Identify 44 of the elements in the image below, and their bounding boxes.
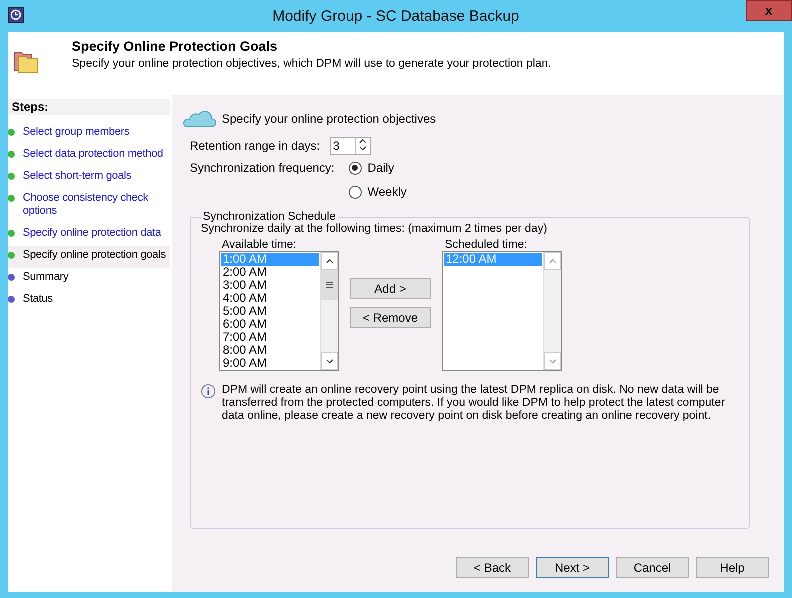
step-item: Summary (8, 268, 170, 290)
scheduled-label: Scheduled time: (444, 239, 528, 251)
info-text: DPM will create an online recovery point using the latest DPM replica on disk. No new data will be transferred from the protected computers. If you would like DPM to help protect the latest computer data online, please create a new recovery point on disk before creating an online recovery point. (222, 384, 726, 423)
current-step: Specify online protection goals (8, 246, 170, 268)
cloud-icon (182, 109, 216, 129)
add-button[interactable]: Add > (350, 278, 431, 299)
step-item[interactable]: Choose consistency check options (8, 189, 170, 224)
step-item: Status (8, 290, 170, 312)
window-title: Modify Group - SC Database Backup (272, 8, 520, 24)
time-item[interactable]: 8:00 AM (221, 344, 319, 357)
clock-icon (8, 7, 24, 23)
time-item[interactable]: 7:00 AM (221, 331, 319, 344)
retention-spinner[interactable]: 3 (330, 137, 372, 155)
time-item[interactable]: 9:00 AM (221, 357, 319, 370)
section-heading: Specify your online protection objectives (222, 112, 436, 126)
wizard-button[interactable]: < Back (456, 557, 529, 578)
step-item[interactable]: Select group members (8, 123, 170, 145)
time-item[interactable]: 3:00 AM (221, 279, 319, 292)
close-button[interactable]: x (746, 0, 792, 21)
wizard-button[interactable]: Next > (536, 557, 609, 578)
page-title: Specify Online Protection Goals (72, 39, 279, 54)
wizard-button[interactable]: Cancel (616, 557, 689, 578)
time-item[interactable]: 6:00 AM (221, 318, 319, 331)
steps-heading: Steps: (8, 99, 170, 115)
info-icon (201, 384, 216, 399)
retention-label: Retention range in days: (190, 139, 320, 153)
grip-icon[interactable] (326, 282, 333, 288)
group-title: Synchronization Schedule (202, 211, 337, 223)
frequency-label: Synchronization frequency: (190, 161, 335, 177)
step-item[interactable]: Specify online protection data (8, 224, 170, 246)
scrollbar[interactable] (320, 252, 338, 370)
radio-option[interactable]: Daily (348, 161, 407, 175)
page-subtitle: Specify your online protection objectives, which DPM will use to generate your protection plan. (72, 58, 552, 70)
wizard-button[interactable]: Help (696, 557, 769, 578)
time-item[interactable]: 4:00 AM (221, 292, 319, 305)
schedule-description: Synchronize daily at the following times: (maximum 2 times per day) (201, 223, 548, 235)
step-item[interactable]: Select short-term goals (8, 167, 170, 189)
time-item[interactable]: 5:00 AM (221, 305, 319, 318)
available-label: Available time: (221, 239, 298, 251)
remove-button[interactable]: < Remove (350, 307, 431, 328)
time-item[interactable]: 2:00 AM (221, 266, 319, 279)
available-list[interactable]: 1:00 AM 2:00 AM 3:00 AM 4:00 AM 5:00 AM 6:00 AM 7:00 AM 8:00 AM 9:00 AM (219, 251, 339, 371)
step-item[interactable]: Select data protection method (8, 145, 170, 167)
radio-option[interactable]: Weekly (348, 185, 407, 199)
